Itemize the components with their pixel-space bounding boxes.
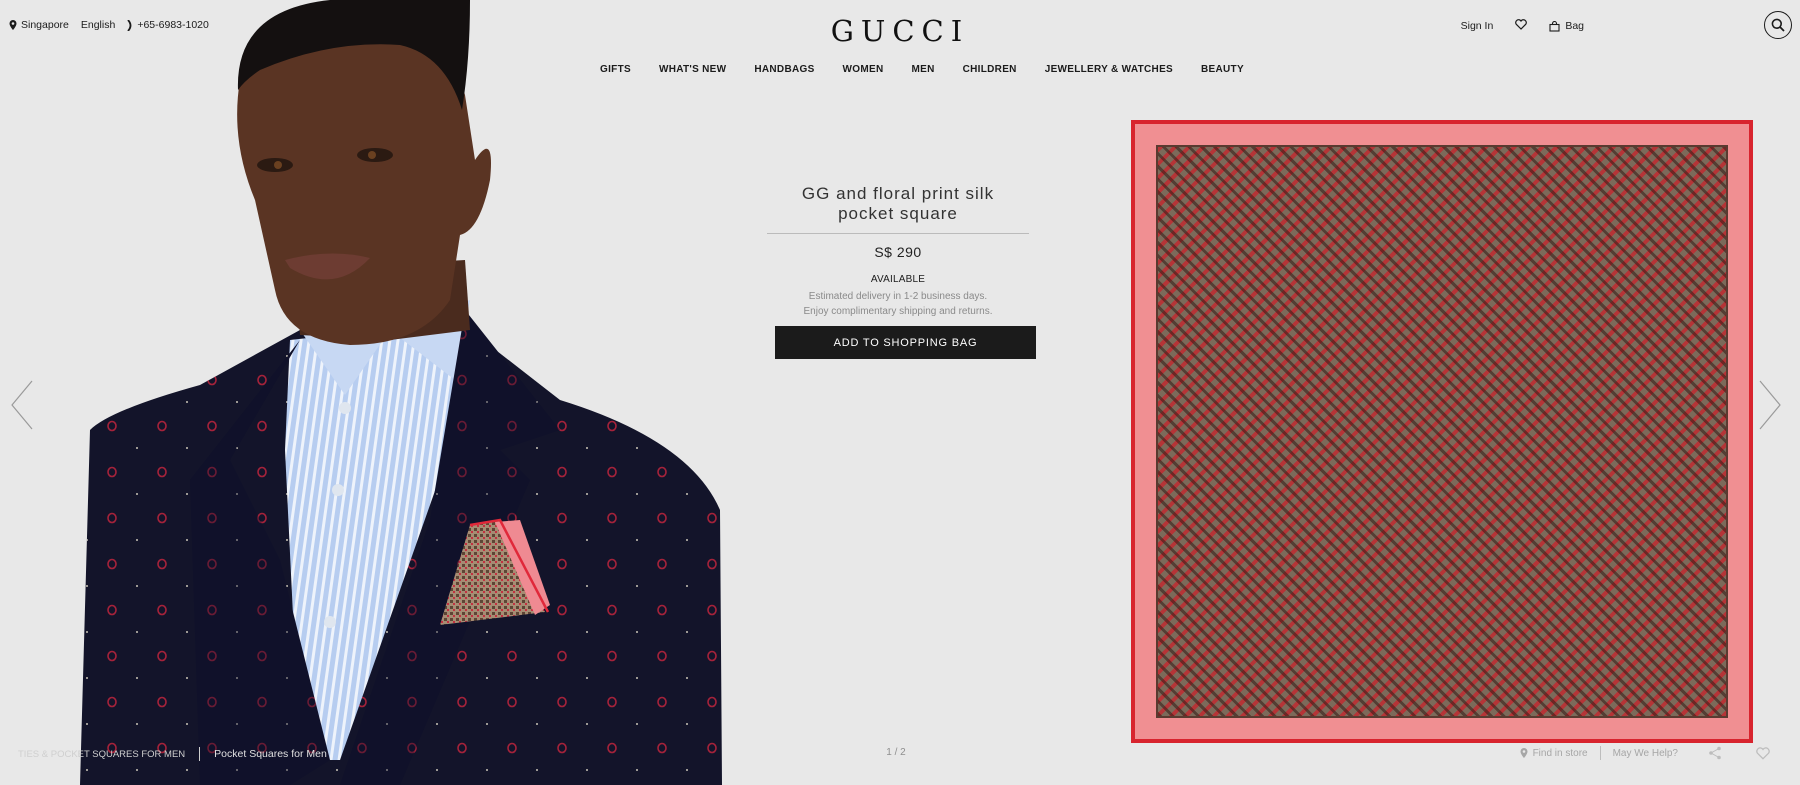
heart-icon [1515, 19, 1528, 30]
bag-button[interactable]: Bag [1549, 20, 1584, 32]
add-to-bag-button[interactable]: ADD TO SHOPPING BAG [775, 326, 1036, 359]
bag-icon [1549, 20, 1560, 32]
wishlist-button[interactable] [1515, 19, 1528, 33]
nav-item-men[interactable]: MEN [912, 64, 935, 75]
product-image[interactable] [1131, 120, 1753, 743]
utility-bar-right: Sign In Bag [1461, 19, 1584, 33]
nav-item-whats-new[interactable]: WHAT'S NEW [659, 64, 726, 75]
location-pin-icon [1520, 748, 1528, 758]
shipping-note: Enjoy complimentary shipping and returns… [803, 306, 993, 317]
product-info: GG and floral print silk pocket square S… [767, 184, 1029, 319]
nav-item-women[interactable]: WOMEN [843, 64, 884, 75]
product-price: S$ 290 [874, 244, 922, 260]
product-image-pattern [1156, 145, 1728, 718]
heart-icon[interactable] [1756, 746, 1770, 760]
sign-in-link[interactable]: Sign In [1461, 20, 1494, 32]
share-icon[interactable] [1708, 746, 1722, 760]
find-in-store-label: Find in store [1532, 747, 1588, 759]
help-link[interactable]: May We Help? [1613, 748, 1678, 759]
search-button[interactable] [1764, 11, 1792, 39]
delivery-note: Estimated delivery in 1-2 business days. [808, 291, 988, 302]
availability-status: AVAILABLE [870, 274, 926, 285]
nav-item-gifts[interactable]: GIFTS [600, 64, 631, 75]
nav-item-children[interactable]: CHILDREN [963, 64, 1017, 75]
nav-item-beauty[interactable]: BEAUTY [1201, 64, 1244, 75]
product-title-line-2: pocket square [838, 204, 958, 223]
delivery-info: Estimated delivery in 1-2 business days.… [767, 289, 1029, 319]
model-photo [0, 0, 740, 785]
product-title-line-1: GG and floral print silk [801, 184, 995, 203]
nav-item-handbags[interactable]: HANDBAGS [754, 64, 814, 75]
bag-label: Bag [1565, 20, 1584, 32]
footer-separator [1599, 746, 1601, 760]
search-icon [1771, 18, 1785, 32]
main-nav: GIFTS WHAT'S NEW HANDBAGS WOMEN MEN CHIL… [600, 64, 1244, 75]
footer-actions: Find in store May We Help? [1520, 746, 1770, 760]
chevron-right-icon[interactable] [1758, 380, 1782, 430]
chevron-left-icon[interactable] [10, 380, 34, 430]
divider [767, 233, 1029, 234]
product-title: GG and floral print silk pocket square [767, 184, 1029, 224]
nav-item-jewellery-watches[interactable]: JEWELLERY & WATCHES [1045, 64, 1173, 75]
find-in-store-link[interactable]: Find in store [1520, 748, 1588, 759]
